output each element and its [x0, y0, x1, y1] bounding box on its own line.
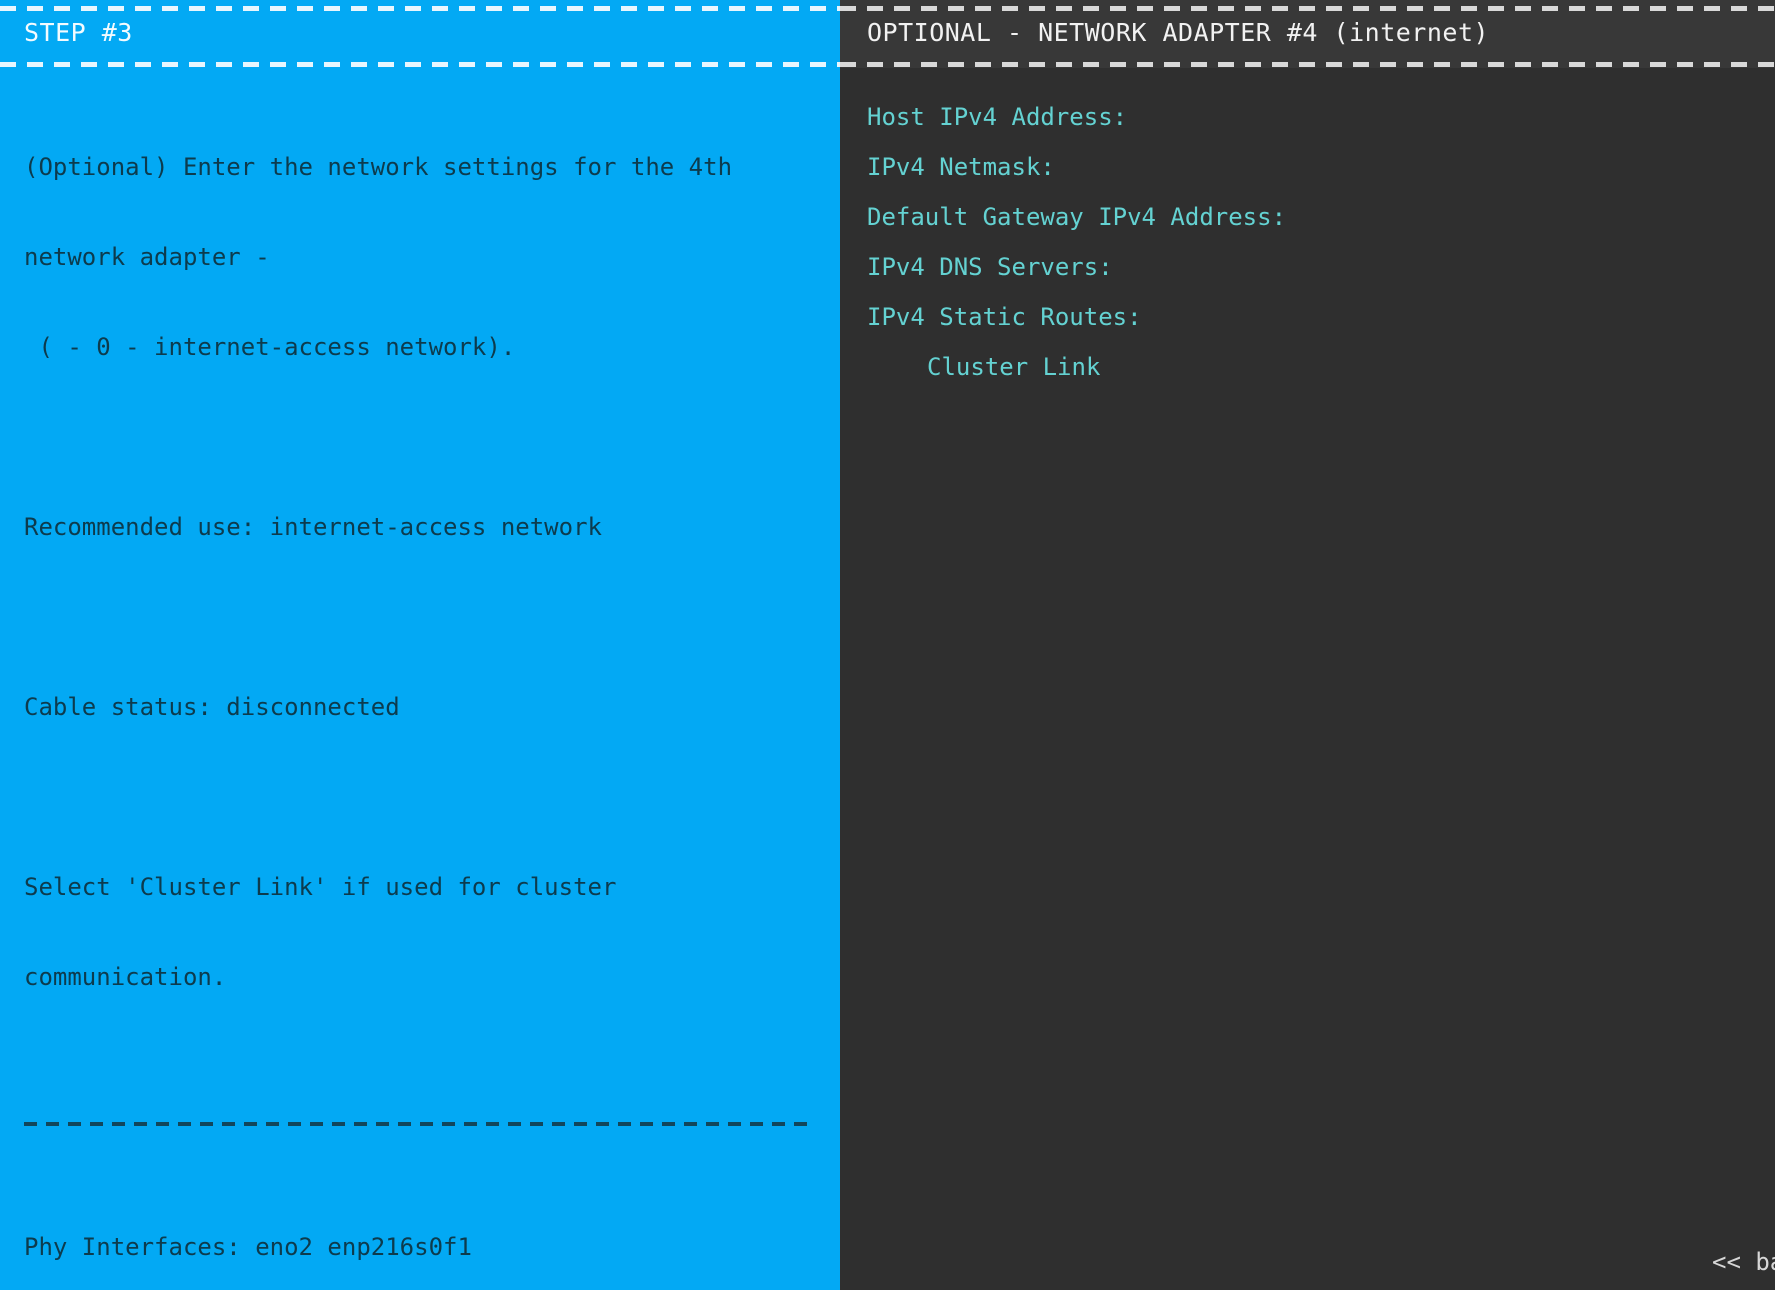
right-form-panel: OPTIONAL - NETWORK ADAPTER #4 (internet)…: [840, 0, 1775, 1290]
option-cluster-link[interactable]: Cluster Link: [867, 342, 1747, 392]
right-panel-top-divider: [840, 6, 1775, 11]
help-spacer: [24, 602, 814, 632]
back-button[interactable]: << back: [1712, 1240, 1775, 1284]
help-spacer: [24, 782, 814, 812]
help-line: Recommended use: internet-access network: [24, 513, 602, 541]
step-title: STEP #3: [24, 18, 133, 47]
left-panel-header-divider: [0, 62, 840, 67]
footer-button-bar: << back < cancel > done >> next >>: [1680, 1240, 1775, 1290]
help-line: Select 'Cluster Link' if used for cluste…: [24, 873, 617, 901]
phy-interfaces-line: Phy Interfaces: eno2 enp216s0f1: [24, 1233, 472, 1261]
left-help-panel: STEP #3 (Optional) Enter the network set…: [0, 0, 840, 1290]
help-line: communication.: [24, 963, 227, 991]
field-ipv4-dns-servers[interactable]: IPv4 DNS Servers:: [867, 242, 1747, 292]
installer-screen: STEP #3 (Optional) Enter the network set…: [0, 0, 1775, 1290]
help-line: network adapter -: [24, 243, 270, 271]
field-ipv4-netmask[interactable]: IPv4 Netmask:: [867, 142, 1747, 192]
help-spacer: [24, 1052, 814, 1082]
field-ipv4-static-routes[interactable]: IPv4 Static Routes:: [867, 292, 1747, 342]
right-panel-header-divider: [840, 62, 1775, 67]
help-spacer: [24, 1142, 814, 1172]
left-panel-top-divider: [0, 6, 840, 11]
help-line: Cable status: disconnected: [24, 693, 400, 721]
help-line: ( - 0 - internet-access network).: [24, 333, 516, 361]
left-panel-body: (Optional) Enter the network settings fo…: [24, 92, 814, 1290]
field-default-gateway-ipv4-address[interactable]: Default Gateway IPv4 Address:: [867, 192, 1747, 242]
network-settings-form: Host IPv4 Address: IPv4 Netmask: Default…: [867, 92, 1747, 392]
help-line: (Optional) Enter the network settings fo…: [24, 153, 733, 181]
network-adapter-title: OPTIONAL - NETWORK ADAPTER #4 (internet): [867, 18, 1490, 47]
help-spacer: [24, 422, 814, 452]
field-host-ipv4-address[interactable]: Host IPv4 Address:: [867, 92, 1747, 142]
left-panel-bottom-divider: [24, 1122, 816, 1126]
